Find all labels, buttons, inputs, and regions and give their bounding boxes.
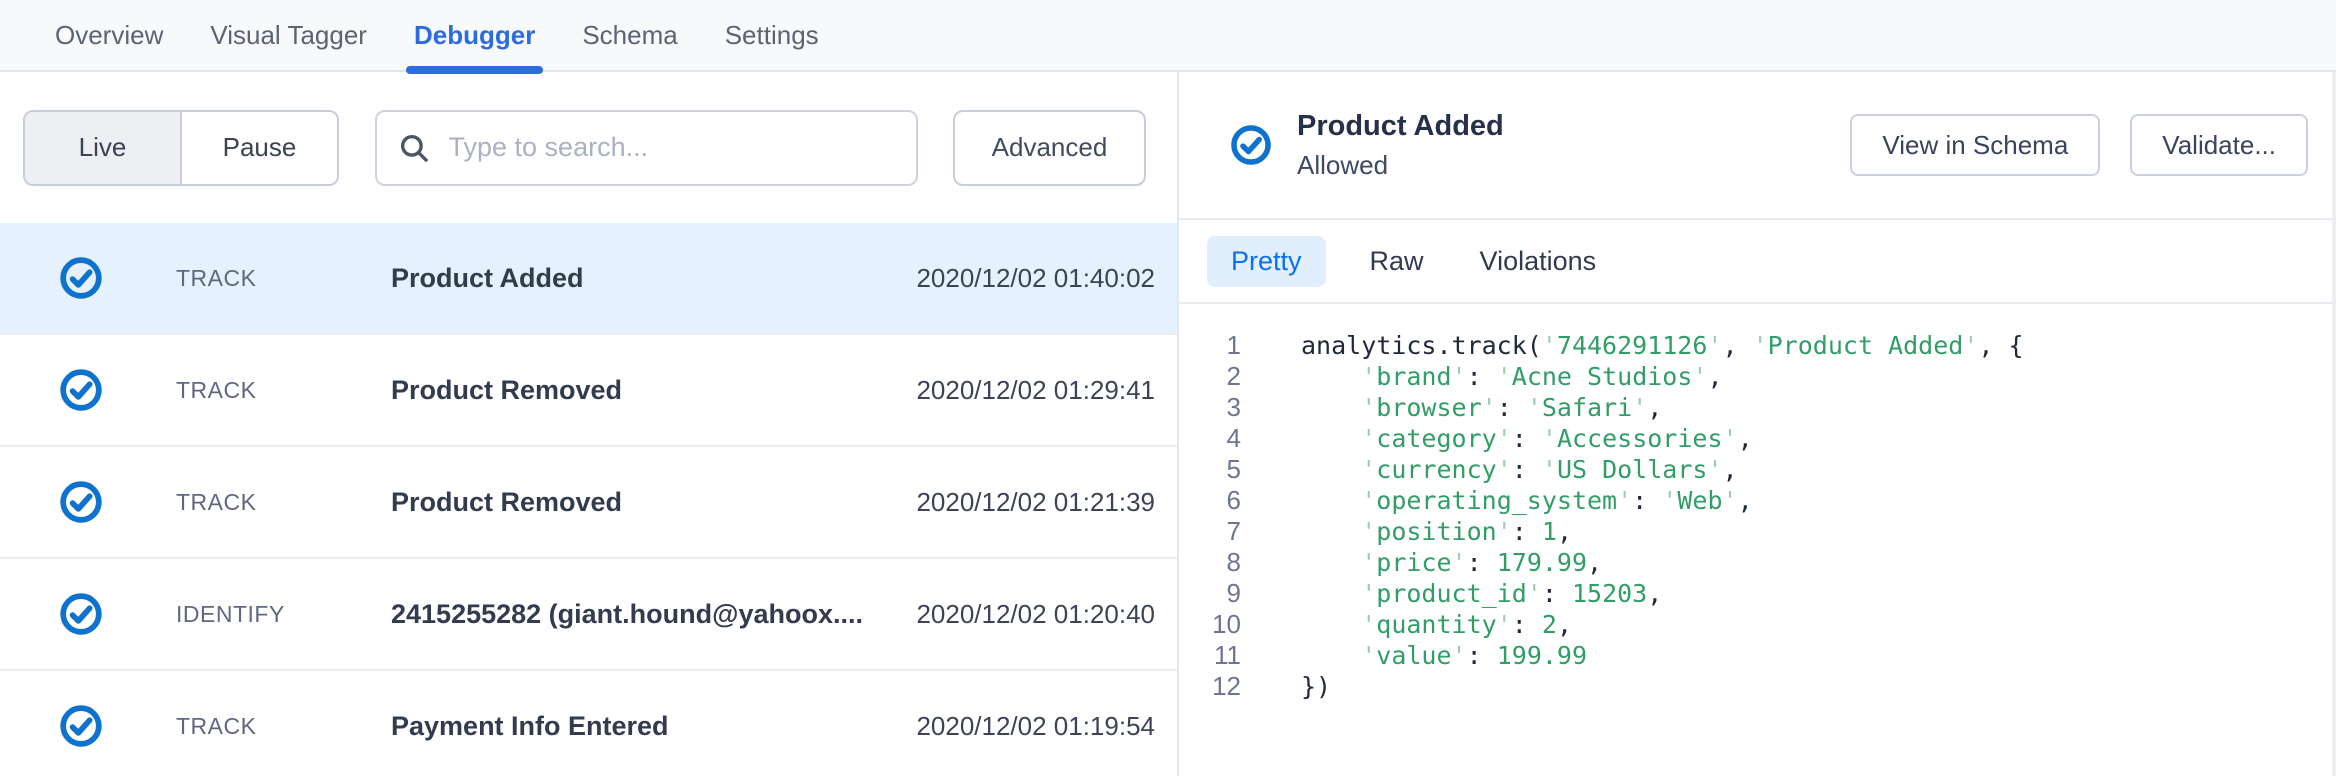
code-line: 8 'price': 179.99, xyxy=(1179,547,2336,578)
payload-view-tabs: Pretty Raw Violations xyxy=(1179,220,2336,304)
event-timestamp: 2020/12/02 01:20:40 xyxy=(916,599,1155,630)
code-line: 12}) xyxy=(1179,671,2336,702)
code-text: analytics.track('7446291126', 'Product A… xyxy=(1301,330,2024,361)
code-text: 'position': 1, xyxy=(1301,516,1572,547)
event-title: 2415255282 (giant.hound@yahoox.... xyxy=(391,599,916,630)
line-number: 2 xyxy=(1179,361,1241,392)
code-text: 'currency': 'US Dollars', xyxy=(1301,454,1738,485)
live-button[interactable]: Live xyxy=(25,112,182,184)
code-line: 4 'category': 'Accessories', xyxy=(1179,423,2336,454)
event-title: Product Removed xyxy=(391,487,916,518)
code-line: 6 'operating_system': 'Web', xyxy=(1179,485,2336,516)
code-text: 'category': 'Accessories', xyxy=(1301,423,1753,454)
advanced-button[interactable]: Advanced xyxy=(953,110,1146,186)
line-number: 4 xyxy=(1179,423,1241,454)
nav-tab-settings[interactable]: Settings xyxy=(725,0,819,70)
event-type-label: TRACK xyxy=(176,489,391,516)
nav-tab-schema[interactable]: Schema xyxy=(582,0,677,70)
nav-tab-overview[interactable]: Overview xyxy=(55,0,163,70)
event-list: TRACKProduct Added2020/12/02 01:40:02TRA… xyxy=(0,223,1177,776)
line-number: 3 xyxy=(1179,392,1241,423)
event-detail-titles: Product Added Allowed xyxy=(1297,110,1504,181)
line-number: 5 xyxy=(1179,454,1241,485)
line-number: 6 xyxy=(1179,485,1241,516)
event-type-label: IDENTIFY xyxy=(176,601,391,628)
code-text: }) xyxy=(1301,671,1331,702)
code-line: 3 'browser': 'Safari', xyxy=(1179,392,2336,423)
search-box[interactable] xyxy=(375,110,918,186)
line-number: 12 xyxy=(1179,671,1241,702)
event-timestamp: 2020/12/02 01:19:54 xyxy=(916,711,1155,742)
right-edge-divider xyxy=(2332,72,2336,776)
code-line: 10 'quantity': 2, xyxy=(1179,609,2336,640)
top-nav: Overview Visual Tagger Debugger Schema Setti… xyxy=(0,0,2336,72)
code-line: 7 'position': 1, xyxy=(1179,516,2336,547)
event-detail-title: Product Added xyxy=(1297,110,1504,143)
event-type-label: TRACK xyxy=(176,265,391,292)
circle-check-icon xyxy=(58,255,104,301)
code-text: 'brand': 'Acne Studios', xyxy=(1301,361,1723,392)
allowed-check-icon xyxy=(1229,123,1273,167)
event-timestamp: 2020/12/02 01:29:41 xyxy=(916,375,1155,406)
circle-check-icon xyxy=(58,703,104,749)
main-content: Live Pause Advanced TRACKProduct Added20… xyxy=(0,72,2336,776)
view-in-schema-button[interactable]: View in Schema xyxy=(1850,114,2100,176)
event-row[interactable]: IDENTIFY2415255282 (giant.hound@yahoox..… xyxy=(0,559,1177,671)
payload-tab-pretty[interactable]: Pretty xyxy=(1207,236,1326,287)
event-timestamp: 2020/12/02 01:21:39 xyxy=(916,487,1155,518)
pause-button[interactable]: Pause xyxy=(182,112,337,184)
code-text: 'browser': 'Safari', xyxy=(1301,392,1662,423)
code-text: 'value': 199.99 xyxy=(1301,640,1587,671)
payload-tab-raw[interactable]: Raw xyxy=(1358,246,1436,277)
circle-check-icon xyxy=(58,479,104,525)
nav-tab-debugger[interactable]: Debugger xyxy=(414,0,535,70)
line-number: 1 xyxy=(1179,330,1241,361)
code-line: 9 'product_id': 15203, xyxy=(1179,578,2336,609)
event-title: Payment Info Entered xyxy=(391,711,916,742)
circle-check-icon xyxy=(58,591,104,637)
line-number: 10 xyxy=(1179,609,1241,640)
line-number: 11 xyxy=(1179,640,1241,671)
code-text: 'product_id': 15203, xyxy=(1301,578,1662,609)
code-line: 11 'value': 199.99 xyxy=(1179,640,2336,671)
circle-check-icon xyxy=(58,367,104,413)
events-toolbar: Live Pause Advanced xyxy=(0,72,1177,223)
event-row[interactable]: TRACKProduct Removed2020/12/02 01:29:41 xyxy=(0,335,1177,447)
event-type-label: TRACK xyxy=(176,713,391,740)
code-line: 5 'currency': 'US Dollars', xyxy=(1179,454,2336,485)
search-icon xyxy=(397,131,431,165)
event-detail-header: Product Added Allowed View in Schema Val… xyxy=(1179,72,2336,220)
code-line: 1 analytics.track('7446291126', 'Product … xyxy=(1179,330,2336,361)
validate-button[interactable]: Validate... xyxy=(2130,114,2308,176)
line-number: 7 xyxy=(1179,516,1241,547)
line-number: 8 xyxy=(1179,547,1241,578)
payload-code-view: 1 analytics.track('7446291126', 'Product … xyxy=(1179,304,2336,702)
event-row[interactable]: TRACKProduct Added2020/12/02 01:40:02 xyxy=(0,223,1177,335)
debugger-screen: Overview Visual Tagger Debugger Schema Setti… xyxy=(0,0,2336,776)
events-panel: Live Pause Advanced TRACKProduct Added20… xyxy=(0,72,1179,776)
event-detail-panel: Product Added Allowed View in Schema Val… xyxy=(1179,72,2336,776)
event-status-text: Allowed xyxy=(1297,150,1504,181)
code-text: 'operating_system': 'Web', xyxy=(1301,485,1753,516)
event-type-label: TRACK xyxy=(176,377,391,404)
detail-actions: View in Schema Validate... xyxy=(1850,114,2308,176)
nav-tab-visual-tagger[interactable]: Visual Tagger xyxy=(210,0,367,70)
code-text: 'quantity': 2, xyxy=(1301,609,1572,640)
live-pause-toggle: Live Pause xyxy=(23,110,339,186)
search-input[interactable] xyxy=(447,131,896,164)
payload-tab-violations[interactable]: Violations xyxy=(1468,246,1609,277)
code-line: 2 'brand': 'Acne Studios', xyxy=(1179,361,2336,392)
code-text: 'price': 179.99, xyxy=(1301,547,1602,578)
event-timestamp: 2020/12/02 01:40:02 xyxy=(916,263,1155,294)
event-row[interactable]: TRACKPayment Info Entered2020/12/02 01:1… xyxy=(0,671,1177,776)
line-number: 9 xyxy=(1179,578,1241,609)
event-title: Product Added xyxy=(391,263,916,294)
event-title: Product Removed xyxy=(391,375,916,406)
event-row[interactable]: TRACKProduct Removed2020/12/02 01:21:39 xyxy=(0,447,1177,559)
